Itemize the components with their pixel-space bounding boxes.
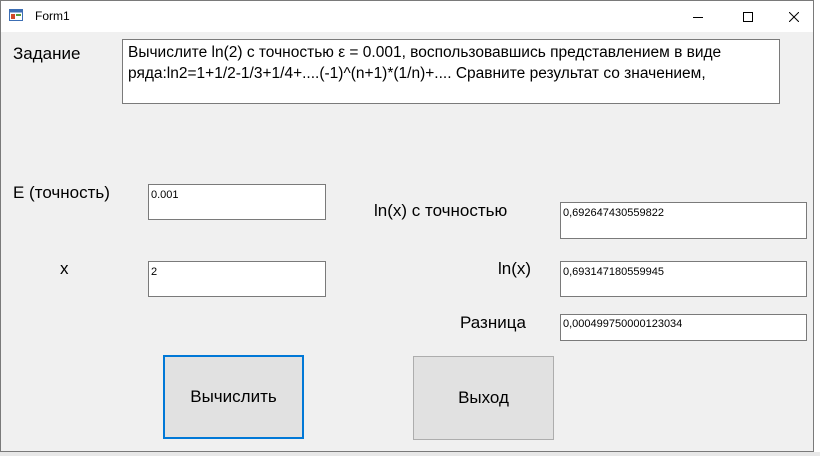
x-input[interactable]: 2 bbox=[148, 261, 326, 297]
desktop-background-bottom bbox=[0, 452, 820, 456]
exact-result-field[interactable]: 0,693147180559945 bbox=[560, 261, 807, 297]
close-icon bbox=[789, 11, 799, 22]
close-button[interactable] bbox=[771, 1, 817, 32]
approx-result-field[interactable]: 0,692647430559822 bbox=[560, 202, 807, 239]
maximize-icon bbox=[743, 11, 753, 22]
x-label: x bbox=[60, 259, 69, 278]
minimize-icon bbox=[693, 16, 703, 18]
task-textbox[interactable]: Вычислите ln(2) с точностью ε = 0.001, в… bbox=[122, 39, 780, 104]
maximize-button[interactable] bbox=[725, 1, 771, 32]
exact-result-label: ln(x) bbox=[498, 259, 532, 278]
form-window: Form1 Задание Вычислите ln(2) с точность… bbox=[0, 0, 814, 452]
title-bar[interactable]: Form1 bbox=[1, 1, 813, 32]
minimize-button[interactable] bbox=[675, 1, 721, 32]
epsilon-label: Е (точность) bbox=[13, 183, 110, 202]
epsilon-input[interactable]: 0.001 bbox=[148, 184, 326, 220]
exit-button[interactable]: Выход bbox=[413, 356, 554, 440]
desktop-background-strip bbox=[814, 0, 820, 456]
task-label: Задание bbox=[13, 44, 81, 63]
difference-field[interactable]: 0,000499750000123034 bbox=[560, 314, 807, 341]
window-title: Form1 bbox=[35, 9, 70, 23]
difference-label: Разница bbox=[460, 313, 526, 332]
compute-button[interactable]: Вычислить bbox=[163, 355, 304, 439]
form-icon bbox=[9, 9, 23, 21]
approx-result-label: ln(x) с точностью bbox=[374, 201, 508, 220]
